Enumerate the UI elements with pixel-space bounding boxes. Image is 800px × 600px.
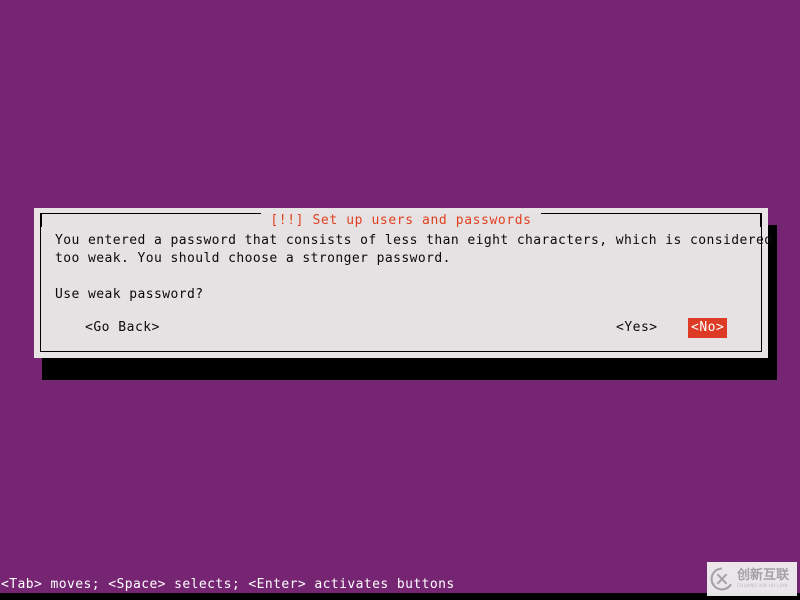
dialog-button-row: <Go Back> <Yes> <No> bbox=[41, 318, 761, 339]
watermark-pinyin: CHUANG XIN HU LIAN bbox=[737, 583, 788, 589]
yes-button[interactable]: <Yes> bbox=[614, 319, 660, 336]
question-label: Use weak password? bbox=[55, 287, 204, 302]
warning-message-line-2: too weak. You should choose a stronger p… bbox=[55, 251, 451, 266]
dialog-shadow-bottom bbox=[42, 358, 777, 380]
watermark-text: 创新互联 CHUANG XIN HU LIAN bbox=[737, 569, 789, 588]
watermark: 创新互联 CHUANG XIN HU LIAN bbox=[707, 562, 797, 596]
bottom-black-strip bbox=[0, 593, 800, 600]
keyboard-help-statusbar: <Tab> moves; <Space> selects; <Enter> ac… bbox=[0, 576, 800, 593]
cx-circle-logo-icon bbox=[710, 567, 732, 591]
dialog-shadow-right bbox=[768, 225, 777, 380]
no-button[interactable]: <No> bbox=[688, 318, 728, 338]
go-back-button[interactable]: <Go Back> bbox=[83, 319, 162, 336]
warning-message: You entered a password that consists of … bbox=[55, 232, 773, 268]
installer-screen: [!!] Set up users and passwords You ente… bbox=[0, 0, 800, 600]
warning-message-line-1: You entered a password that consists of … bbox=[55, 233, 773, 248]
setup-users-passwords-dialog: [!!] Set up users and passwords You ente… bbox=[34, 208, 773, 358]
dialog-inner-panel: [!!] Set up users and passwords You ente… bbox=[40, 213, 773, 352]
dialog-body: You entered a password that consists of … bbox=[41, 214, 773, 351]
watermark-chinese: 创新互联 bbox=[737, 568, 790, 584]
